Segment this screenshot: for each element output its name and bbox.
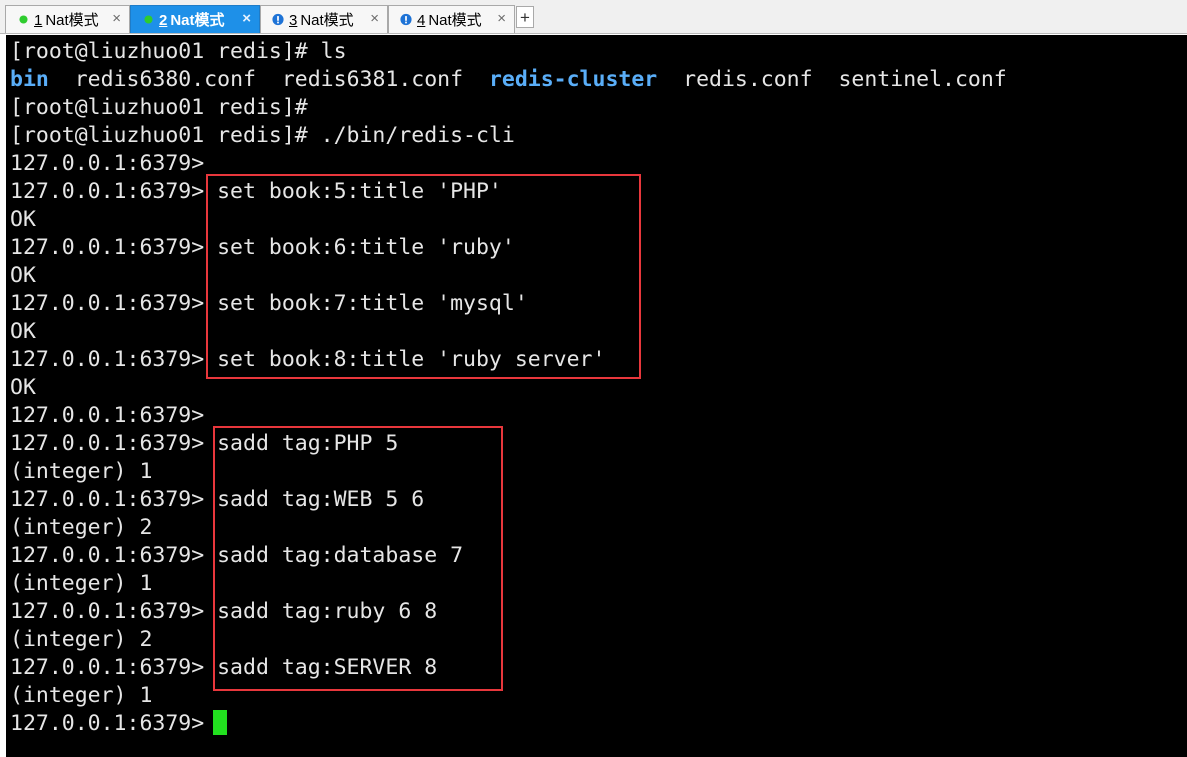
ls-file-entry: redis.conf	[683, 67, 813, 92]
terminal-line: 127.0.0.1:6379> sadd tag:SERVER 8	[10, 654, 1007, 682]
close-tab-icon[interactable]: ×	[497, 11, 506, 27]
tab-label: 1 Nat模式	[34, 12, 99, 29]
ls-file-entry: redis6381.conf	[281, 67, 464, 92]
tab-1-nat[interactable]: 1 Nat模式 ×	[5, 5, 130, 33]
terminal-lines: [root@liuzhuo01 redis]# ls bin redis6380.…	[10, 38, 1007, 738]
tab-4-nat[interactable]: 4 Nat模式 ×	[388, 5, 515, 33]
tab-label: 2 Nat模式	[159, 12, 225, 29]
ls-file-entry: redis6380.conf	[74, 67, 256, 92]
terminal-line: (integer) 1	[10, 682, 1007, 710]
terminal-line-text: (integer) 1	[10, 459, 153, 484]
terminal-line: [root@liuzhuo01 redis]# ./bin/redis-cli	[10, 122, 1007, 150]
sadd-commands-highlight	[213, 426, 503, 691]
terminal-line-text: (integer) 2	[10, 515, 153, 540]
terminal-line: [root@liuzhuo01 redis]#	[10, 94, 1007, 122]
terminal-line-text: [root@liuzhuo01 redis]# ./bin/redis-cli	[10, 123, 515, 148]
terminal-line-text: 127.0.0.1:6379>	[10, 403, 205, 428]
terminal-output[interactable]: [root@liuzhuo01 redis]# ls bin redis6380.…	[6, 35, 1187, 757]
close-tab-icon[interactable]: ×	[370, 11, 379, 27]
terminal-line: 127.0.0.1:6379> sadd tag:PHP 5	[10, 430, 1007, 458]
session-tab-bar: 1 Nat模式 × 2 Nat模式 × 3 Nat模式 × 4 Nat模式 × +	[0, 0, 1187, 34]
alert-status-icon	[272, 13, 284, 26]
terminal-line-text: (integer) 2	[10, 627, 153, 652]
terminal-line: bin redis6380.conf redis6381.conf redis-…	[10, 66, 1007, 94]
tab-3-nat[interactable]: 3 Nat模式 ×	[260, 5, 388, 33]
terminal-line: (integer) 1	[10, 458, 1007, 486]
ls-directory-entry: redis-cluster	[488, 67, 658, 92]
terminal-line: 127.0.0.1:6379>	[10, 710, 1007, 738]
terminal-line-text: OK	[10, 319, 36, 344]
set-commands-highlight	[206, 174, 641, 379]
terminal-line: (integer) 2	[10, 514, 1007, 542]
terminal-cursor	[213, 710, 228, 735]
connected-status-icon	[142, 14, 154, 26]
ls-directory-entry: bin	[10, 67, 49, 92]
terminal-line: 127.0.0.1:6379> sadd tag:database 7	[10, 542, 1007, 570]
close-tab-icon[interactable]: ×	[112, 11, 121, 27]
tab-label: 3 Nat模式	[289, 12, 354, 29]
terminal-line-text: OK	[10, 207, 36, 232]
terminal-line-text: 127.0.0.1:6379>	[10, 711, 205, 736]
terminal-line-text: OK	[10, 263, 36, 288]
terminal-line-text: [root@liuzhuo01 redis]# ls	[10, 39, 347, 64]
terminal-line: 127.0.0.1:6379> sadd tag:ruby 6 8	[10, 598, 1007, 626]
terminal-line: [root@liuzhuo01 redis]# ls	[10, 38, 1007, 66]
terminal-line-text: (integer) 1	[10, 683, 153, 708]
alert-status-icon	[400, 13, 412, 26]
terminal-line: (integer) 1	[10, 570, 1007, 598]
terminal-line: (integer) 2	[10, 626, 1007, 654]
tab-label: 4 Nat模式	[417, 12, 482, 29]
new-tab-button[interactable]: +	[516, 6, 534, 28]
close-tab-icon[interactable]: ×	[242, 11, 251, 27]
ls-file-entry: sentinel.conf	[838, 67, 1007, 92]
terminal-line: 127.0.0.1:6379>	[10, 402, 1007, 430]
terminal-line-text: OK	[10, 375, 36, 400]
terminal-line-text: 127.0.0.1:6379>	[10, 151, 205, 176]
connected-status-icon	[17, 14, 29, 26]
terminal-line-text: (integer) 1	[10, 571, 153, 596]
terminal-window: 1 Nat模式 × 2 Nat模式 × 3 Nat模式 × 4 Nat模式 × + [	[0, 0, 1187, 757]
tab-2-nat[interactable]: 2 Nat模式 ×	[130, 5, 260, 33]
terminal-line: 127.0.0.1:6379> sadd tag:WEB 5 6	[10, 486, 1007, 514]
terminal-line-text: [root@liuzhuo01 redis]#	[10, 95, 308, 120]
